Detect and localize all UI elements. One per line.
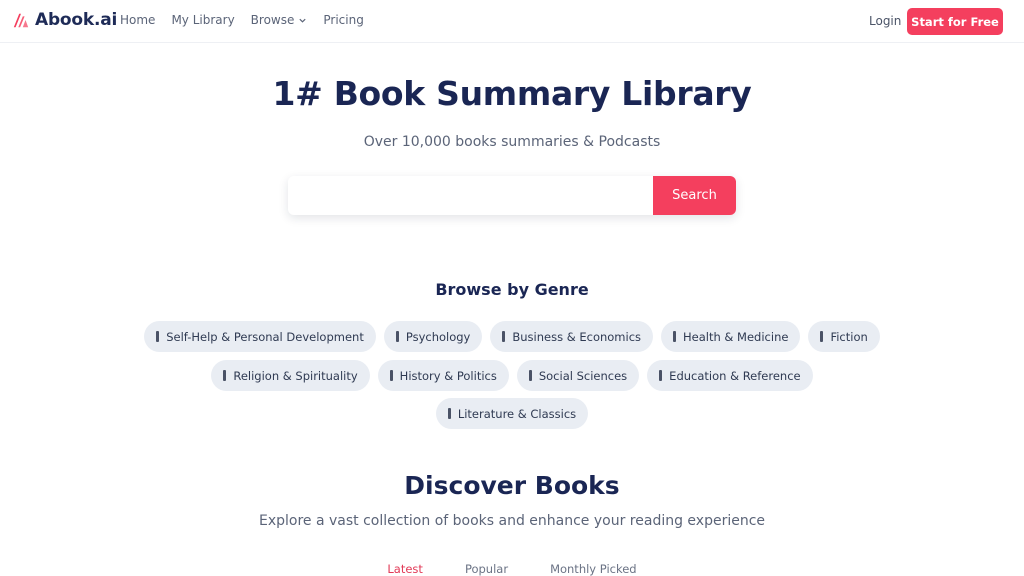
search-bar: Search	[288, 176, 736, 215]
genre-chip-label: Business & Economics	[512, 329, 642, 344]
genre-chip[interactable]: Self-Help & Personal Development	[144, 321, 376, 352]
genre-chip-label: Education & Reference	[669, 368, 801, 383]
genre-chip-label: Religion & Spirituality	[233, 368, 358, 383]
discover-section-title: Discover Books	[404, 471, 620, 500]
genre-chip-label: Fiction	[830, 329, 868, 344]
brand-name: Abook.ai	[35, 10, 118, 30]
nav-my-library-label: My Library	[171, 13, 235, 27]
nav-my-library[interactable]: My Library	[171, 13, 234, 27]
nav-pricing-label: Pricing	[323, 13, 364, 27]
genre-bar-icon	[389, 370, 393, 381]
genre-chip-label: Psychology	[405, 329, 471, 344]
genre-chip-label: Self-Help & Personal Development	[166, 329, 364, 344]
discover-subtitle: Explore a vast collection of books and e…	[258, 513, 766, 529]
genre-chip-label: History & Politics	[399, 368, 497, 383]
genre-bar-icon	[447, 408, 451, 419]
tab-latest[interactable]: Latest	[387, 562, 423, 576]
genre-chip[interactable]: Social Sciences	[516, 360, 640, 391]
genre-row: Self-Help & Personal Development Psychol…	[0, 321, 1024, 352]
search-button[interactable]: Search	[653, 176, 736, 215]
genre-row: Religion & Spirituality History & Politi…	[0, 360, 1024, 391]
genre-bar-icon	[223, 370, 227, 381]
genre-chip-label: Health & Medicine	[683, 329, 789, 344]
genre-section-title: Browse by Genre	[435, 280, 589, 299]
genre-bar-icon	[395, 331, 399, 342]
genre-bar-icon	[673, 331, 677, 342]
genre-bar-icon	[820, 331, 824, 342]
genre-chip[interactable]: Literature & Classics	[435, 398, 589, 429]
genre-chip[interactable]: History & Politics	[377, 360, 509, 391]
tab-monthly-picked[interactable]: Monthly Picked	[550, 562, 637, 576]
genre-chip[interactable]: Fiction	[808, 321, 880, 352]
genre-chip-label: Literature & Classics	[457, 406, 577, 421]
nav-links: Home My Library Browse Pricing	[120, 13, 364, 27]
genre-chip[interactable]: Psychology	[383, 321, 483, 352]
nav-home-label: Home	[120, 13, 156, 27]
genre-bar-icon	[156, 331, 160, 342]
login-link[interactable]: Login	[869, 14, 901, 28]
search-input[interactable]	[288, 176, 653, 215]
abook-logo-icon	[13, 13, 29, 28]
genre-bar-icon	[502, 331, 506, 342]
genre-row: Literature & Classics	[0, 398, 1024, 429]
tab-popular[interactable]: Popular	[465, 562, 508, 576]
nav-home[interactable]: Home	[120, 13, 155, 27]
genre-chip[interactable]: Religion & Spirituality	[211, 360, 370, 391]
top-navbar: Abook.ai Home My Library Browse Pricing …	[0, 0, 1024, 43]
hero-subtitle: Over 10,000 books summaries & Podcasts	[363, 134, 661, 150]
genre-chip[interactable]: Business & Economics	[490, 321, 654, 352]
genre-chip[interactable]: Health & Medicine	[661, 321, 801, 352]
genre-bar-icon	[659, 370, 663, 381]
chevron-down-icon	[299, 18, 306, 23]
genre-chip-label: Social Sciences	[538, 368, 628, 383]
genre-bar-icon	[528, 370, 532, 381]
genre-chip[interactable]: Education & Reference	[647, 360, 813, 391]
page-title: 1# Book Summary Library	[272, 74, 752, 113]
nav-browse[interactable]: Browse	[251, 13, 308, 27]
brand-link[interactable]: Abook.ai	[12, 10, 117, 30]
nav-browse-label: Browse	[250, 13, 295, 27]
start-for-free-button[interactable]: Start for Free	[907, 8, 1003, 35]
discover-tabs: Latest Popular Monthly Picked	[0, 562, 1024, 576]
nav-pricing[interactable]: Pricing	[323, 13, 363, 27]
